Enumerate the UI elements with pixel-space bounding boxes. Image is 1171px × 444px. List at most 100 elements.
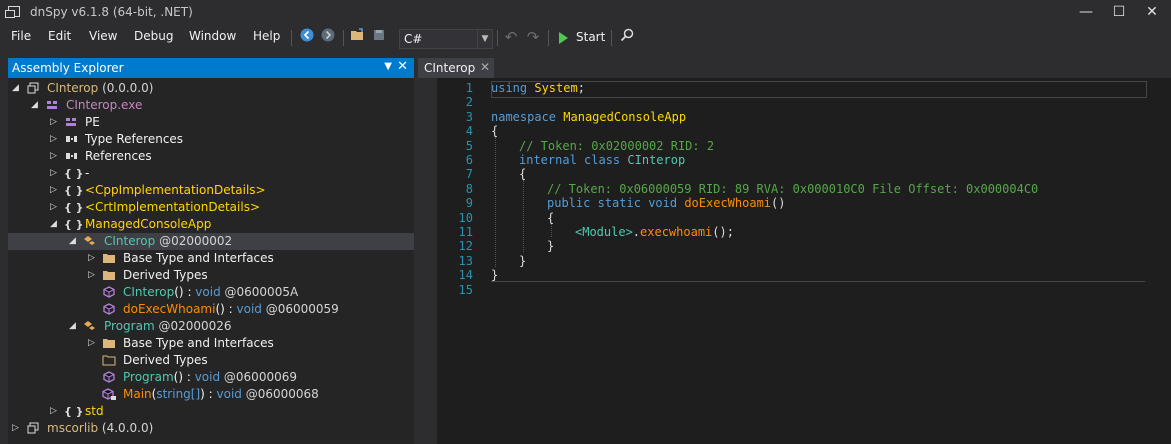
code-editor[interactable]: 1 2 3 4 5 6 7 8 9 10 11 12 13 14 15 using System; name… (437, 78, 1171, 444)
back-icon[interactable] (299, 28, 315, 46)
tab-close-icon[interactable]: ✕ (480, 60, 490, 74)
maximize-button[interactable]: ☐ (1104, 0, 1134, 24)
collapsed-arrow-icon[interactable]: ▷ (12, 420, 22, 437)
code-line-7: { (519, 167, 527, 182)
tree-item-label: Type References (85, 131, 183, 148)
tree-item[interactable]: ▷ Derived Types (8, 267, 414, 284)
item-token: @02000026 (154, 319, 232, 333)
tree-item[interactable]: ◢ CInterop (0.0.0.0) (8, 80, 414, 97)
indent-guide (523, 180, 524, 252)
namespace-ref[interactable]: ManagedConsoleApp (563, 110, 686, 124)
collapsed-arrow-icon[interactable]: ▷ (88, 250, 98, 267)
item-name: CInterop (47, 81, 99, 95)
assembly-explorer-panel: Assembly Explorer ▼ ✕ ◢ CInterop (0.0.0.0… (8, 58, 414, 444)
splitter[interactable] (414, 58, 418, 444)
tree-item[interactable]: Main(string[]) : void @06000068 (8, 386, 414, 403)
line-number: 11 (458, 225, 473, 239)
language-select[interactable]: C# ▼ (399, 29, 493, 49)
toolbar-separator (291, 30, 292, 46)
tree-item[interactable]: ▷ Base Type and Interfaces (8, 335, 414, 352)
item-token: @02000002 (155, 234, 233, 248)
collapsed-arrow-icon[interactable]: ▷ (50, 182, 60, 199)
tree-item[interactable]: Derived Types (8, 352, 414, 369)
menu-help[interactable]: Help (253, 29, 280, 43)
tree-item[interactable]: ◢ Program @02000026 (8, 318, 414, 335)
tree-item[interactable]: doExecWhoami() : void @06000059 (8, 301, 414, 318)
code-line-4: { (491, 124, 499, 139)
menu-debug[interactable]: Debug (134, 29, 173, 43)
tree-item[interactable]: ▷ mscorlib (4.0.0.0) (8, 420, 414, 437)
minimize-button[interactable]: — (1071, 0, 1101, 24)
method-ref[interactable]: execwhoami (640, 225, 712, 239)
panel-close-icon[interactable]: ✕ (397, 59, 408, 74)
code-line-9: public static void doExecWhoami() (547, 196, 785, 210)
tree-item[interactable]: ▷ { } <CrtImplementationDetails> (8, 199, 414, 216)
punctuation: ; (577, 81, 585, 95)
namespace-ref[interactable]: System (534, 81, 577, 95)
punctuation: : (183, 285, 196, 299)
code-line-11: <Module>.execwhoami(); (575, 225, 734, 239)
collapsed-arrow-icon[interactable]: ▷ (50, 114, 60, 131)
collapsed-arrow-icon[interactable]: ▷ (50, 165, 60, 182)
tree-item-label: doExecWhoami() : void @06000059 (123, 301, 339, 318)
tree-item[interactable]: ▷ { } std (8, 403, 414, 420)
line-number: 12 (458, 239, 473, 254)
collapsed-arrow-icon[interactable]: ▷ (88, 335, 98, 352)
code-line-10: { (547, 210, 555, 225)
line-number: 10 (458, 210, 473, 225)
tree-item-label: References (85, 148, 152, 165)
menu-window[interactable]: Window (189, 29, 236, 43)
expanded-arrow-icon[interactable]: ◢ (50, 216, 60, 233)
item-name: <CppImplementationDetails> (85, 183, 266, 197)
expanded-arrow-icon[interactable]: ◢ (69, 318, 79, 335)
search-icon[interactable] (619, 28, 635, 46)
menu-file[interactable]: File (11, 29, 31, 43)
expanded-arrow-icon[interactable]: ◢ (69, 233, 79, 250)
tree-item[interactable]: ▷ Base Type and Interfaces (8, 250, 414, 267)
tree-item[interactable]: ▷ { } - (8, 165, 414, 182)
tree-item[interactable]: ◢ CInterop.exe (8, 97, 414, 114)
close-button[interactable]: ✕ (1137, 0, 1167, 24)
undo-icon[interactable]: ↶ (503, 28, 519, 46)
open-icon[interactable] (350, 28, 366, 46)
tree-item-label: std (85, 403, 104, 420)
redo-icon[interactable]: ↷ (525, 28, 541, 46)
collapsed-arrow-icon[interactable]: ▷ (50, 403, 60, 420)
collapsed-arrow-icon[interactable]: ▷ (88, 267, 98, 284)
forward-icon[interactable] (320, 28, 336, 46)
tree-item[interactable]: ▷ { } <CppImplementationDetails> (8, 182, 414, 199)
menu-view[interactable]: View (89, 29, 117, 43)
tree-item-label: CInterop (0.0.0.0) (47, 80, 153, 97)
tree-item[interactable]: CInterop() : void @0600005A (8, 284, 414, 301)
keyword: class (584, 153, 621, 167)
item-name: - (85, 166, 90, 180)
class-ref[interactable]: <Module> (575, 225, 633, 239)
item-name: <CrtImplementationDetails> (85, 200, 261, 214)
expanded-arrow-icon[interactable]: ◢ (12, 80, 22, 97)
class-ref[interactable]: CInterop (627, 153, 685, 167)
code-line-3: namespace ManagedConsoleApp (491, 110, 686, 124)
type-references-icon (64, 133, 78, 146)
menu-edit[interactable]: Edit (48, 29, 71, 43)
tree-item[interactable]: ▷ References (8, 148, 414, 165)
tree-item[interactable]: ◢ { } ManagedConsoleApp (8, 216, 414, 233)
line-number: 8 (465, 181, 473, 196)
tree-item[interactable]: Program() : void @06000069 (8, 369, 414, 386)
item-name: std (85, 404, 104, 418)
panel-menu-icon[interactable]: ▼ (384, 61, 392, 72)
tree-item-label: CInterop.exe (66, 97, 142, 114)
method-ref[interactable]: doExecWhoami (684, 196, 771, 210)
save-icon[interactable] (372, 28, 388, 46)
item-name: Type References (85, 132, 184, 146)
collapsed-arrow-icon[interactable]: ▷ (50, 199, 60, 216)
collapsed-arrow-icon[interactable]: ▷ (50, 131, 60, 148)
item-token: @06000069 (220, 370, 297, 384)
tree-item[interactable]: ▷ Type References (8, 131, 414, 148)
tree-item[interactable]: ▷ PE (8, 114, 414, 131)
tab-cinterop[interactable]: CInterop ✕ (418, 58, 494, 78)
code-line-12: } (547, 239, 555, 254)
tree-item[interactable]: ◢ CInterop @02000002 (8, 233, 414, 250)
namespace-icon: { } (64, 184, 84, 197)
expanded-arrow-icon[interactable]: ◢ (31, 97, 41, 114)
collapsed-arrow-icon[interactable]: ▷ (50, 148, 60, 165)
